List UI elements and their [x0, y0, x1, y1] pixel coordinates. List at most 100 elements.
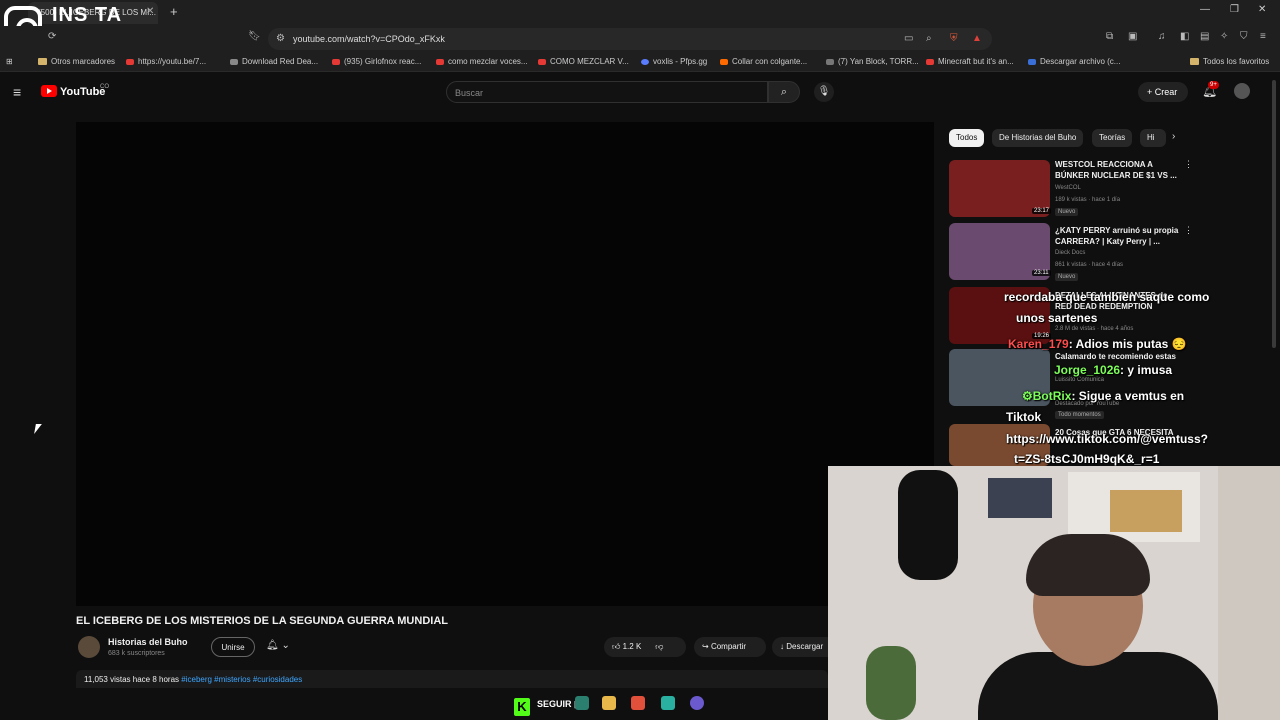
recommendation-title[interactable]: Calamardo te recomiendo estas [1055, 351, 1185, 362]
vpn-icon[interactable]: ⛉ [1240, 31, 1248, 42]
subscriber-count: 683 k suscriptores [108, 650, 165, 657]
chat-message: https://www.tiktok.com/@vemtuss? [1006, 432, 1208, 446]
folder-icon [1190, 58, 1199, 66]
youtube-icon [538, 58, 546, 65]
ai-icon[interactable]: ✧ [1220, 31, 1228, 42]
duration-badge: 23:11 [1032, 270, 1051, 276]
chat-message: Jorge_1026: y imusa [1054, 363, 1173, 377]
video-player[interactable] [76, 122, 934, 606]
search-icon: ⌕ [780, 86, 788, 98]
youtube-logo-icon[interactable] [41, 85, 57, 97]
chip-more[interactable]: Hi [1140, 129, 1166, 147]
install-icon[interactable]: ▭ [904, 33, 913, 44]
more-options-icon[interactable]: ⋮ [1184, 159, 1193, 170]
bookmark-item[interactable]: COMO MEZCLAR V... [538, 57, 629, 66]
bookmark-item[interactable]: Descargar archivo (c... [1028, 57, 1120, 66]
recommendation-meta: 2.8 M de vistas · hace 4 años [1055, 326, 1134, 332]
download-button[interactable]: ↓ Descargar [772, 637, 828, 657]
create-button[interactable]: + Crear [1138, 82, 1188, 102]
music-icon[interactable]: ♫ [1158, 31, 1166, 42]
bookmark-item[interactable]: Todos los favoritos [1190, 57, 1269, 66]
account-avatar[interactable] [1234, 83, 1250, 99]
thumbs-down-icon[interactable]: 👎︎ [655, 642, 663, 651]
menu-icon[interactable]: ≡ [1260, 31, 1266, 42]
chat-message: unos sartenes [1016, 311, 1098, 325]
brave-shield-icon[interactable]: ⛨ [950, 33, 958, 44]
youtube-icon [126, 58, 134, 65]
app-icon[interactable] [690, 696, 704, 710]
download-site-icon [1028, 58, 1036, 65]
close-tab-icon[interactable]: ✕ [146, 6, 154, 17]
search-button[interactable]: ⌕ [768, 81, 800, 103]
bookmark-item[interactable]: Collar con colgante... [720, 57, 807, 66]
bookmark-item[interactable]: Download Red Dea... [230, 57, 318, 66]
share-button[interactable]: ↪ Compartir [694, 637, 766, 657]
wall-edge [1218, 466, 1280, 720]
new-tab-icon[interactable]: + [170, 4, 178, 19]
app-icon[interactable] [575, 696, 589, 710]
shop-icon [720, 58, 728, 65]
chip-channel[interactable]: De Historias del Buho [992, 129, 1084, 147]
badge: Todo momentos [1055, 411, 1104, 419]
share-icon: ↪ [702, 642, 711, 651]
chip-theories[interactable]: Teorías [1092, 129, 1133, 147]
bookmark-item[interactable]: Minecraft but it's an... [926, 57, 1014, 66]
duration-badge: 23:17 [1032, 208, 1052, 214]
brave-browser-icon[interactable] [631, 696, 645, 710]
address-bar-row: ⟳ 🔖︎ ⚙ youtube.com/watch?v=CPOdo_xFKxk ▭… [0, 26, 1280, 52]
site-icon [826, 58, 834, 65]
bookmark-item[interactable]: Otros marcadores [38, 57, 115, 66]
plus-icon: + [1147, 87, 1155, 97]
chip-all[interactable]: Todos [949, 129, 985, 147]
zoom-icon[interactable]: ⌕ [926, 33, 932, 44]
site-icon [230, 58, 238, 65]
url-field[interactable]: ⚙ youtube.com/watch?v=CPOdo_xFKxk ▭ ⌕ ⛨ … [268, 28, 992, 50]
recommendation-meta: 189 k vistas · hace 1 día [1055, 197, 1121, 203]
scrollbar[interactable] [1272, 80, 1276, 348]
mouse-cursor-icon [34, 424, 42, 434]
tabs-icon[interactable]: ▤ [1200, 31, 1209, 42]
bot-icon: ⚙ [1022, 389, 1033, 403]
app-icon[interactable] [661, 696, 675, 710]
youtube-icon [436, 58, 444, 65]
recommendation-title[interactable]: WESTCOL REACCIONA A BÚNKER NUCLEAR DE $1… [1055, 159, 1185, 181]
recommendation-channel[interactable]: Dieck Docs [1055, 250, 1085, 256]
reload-icon[interactable]: ⟳ [48, 31, 56, 42]
site-info-icon[interactable]: ⚙ [276, 33, 285, 44]
insta-overlay-text: INS TA [52, 4, 123, 26]
recommendation-channel[interactable]: Luissito Comunica [1055, 377, 1104, 383]
recommendation-channel[interactable]: WestCOL [1055, 185, 1081, 191]
voice-search-button[interactable]: 🎙︎ [814, 82, 834, 102]
search-input[interactable]: Buscar [446, 81, 768, 103]
chat-message: t=ZS-8tsCJ0mH9qK&_r=1 [1014, 452, 1160, 466]
hamburger-menu-icon[interactable]: ≡ [13, 84, 21, 100]
hashtags[interactable]: #iceberg #misterios #curiosidades [181, 675, 302, 684]
wallet-icon[interactable]: ▣ [1128, 31, 1137, 42]
bookmark-item[interactable]: (7) Yan Block, TORR... [826, 57, 919, 66]
chevron-right-icon[interactable]: › [1172, 131, 1175, 142]
streamer-hair [1026, 534, 1150, 596]
youtube-wordmark[interactable]: YouTube [60, 86, 105, 98]
bookmark-item[interactable]: https://youtu.be/7... [126, 57, 206, 66]
more-options-icon[interactable]: ⋮ [1184, 225, 1193, 236]
minimize-icon[interactable]: — [1200, 4, 1210, 15]
bookmark-item[interactable]: voxlis - Pfps.gg [641, 57, 707, 66]
recommendation-title[interactable]: ¿KATY PERRY arruinó su propia CARRERA? |… [1055, 225, 1185, 247]
extensions-icon[interactable]: ⧉ [1106, 31, 1113, 42]
channel-avatar[interactable] [78, 636, 100, 658]
file-explorer-icon[interactable] [602, 696, 616, 710]
country-code: CO [100, 84, 109, 90]
apps-icon[interactable]: ⊞ [6, 57, 13, 66]
channel-name[interactable]: Historias del Buho [108, 637, 188, 647]
notification-badge: 9+ [1208, 81, 1219, 89]
like-dislike-button[interactable]: 👍︎ 1.2 K 👎︎ [604, 637, 686, 657]
subscription-bell-icon[interactable]: 🔔︎ ⌄ [266, 640, 290, 651]
bookmark-item[interactable]: (935) Girlofnox reac... [332, 57, 421, 66]
maximize-icon[interactable]: ❐ [1230, 4, 1239, 15]
bookmark-icon[interactable]: 🔖︎ [248, 31, 261, 42]
rewards-icon[interactable]: ▲ [972, 33, 982, 44]
join-button[interactable]: Unirse [211, 637, 255, 657]
sidebar-icon[interactable]: ◧ [1180, 31, 1189, 42]
bookmark-item[interactable]: como mezclar voces... [436, 57, 528, 66]
close-window-icon[interactable]: ✕ [1258, 4, 1266, 15]
